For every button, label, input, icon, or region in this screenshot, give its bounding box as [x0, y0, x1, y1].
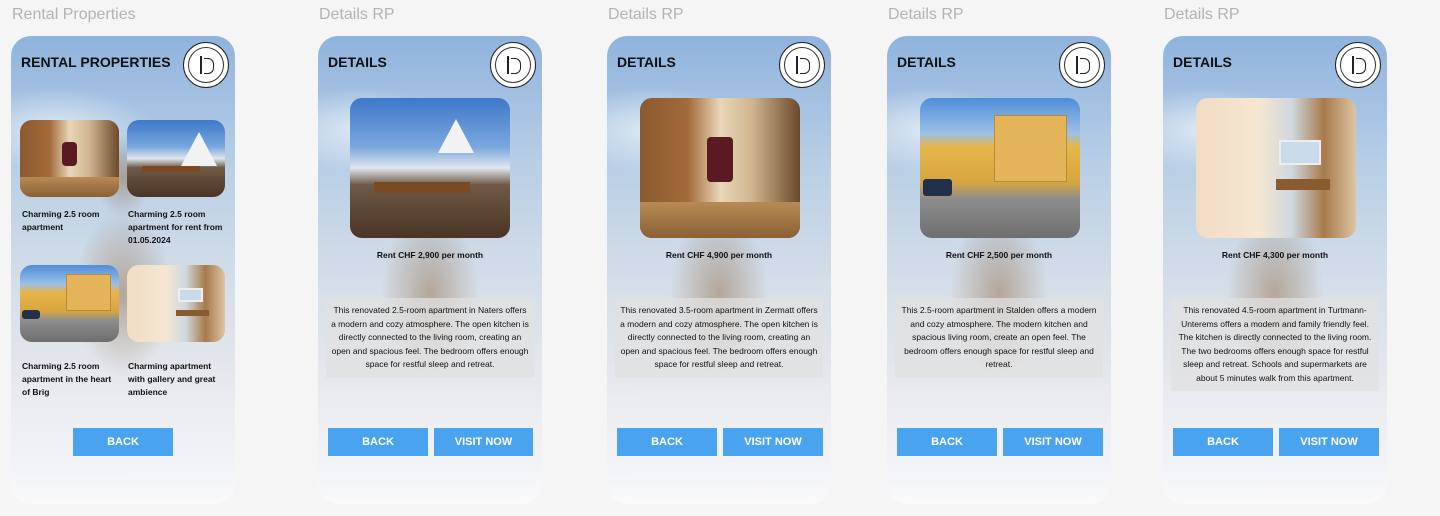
- logo-mark-icon: [1340, 47, 1376, 83]
- company-logo: [1335, 42, 1381, 88]
- property-card-2-caption[interactable]: Charming 2.5 room apartment for rent fro…: [128, 208, 224, 247]
- page-title: DETAILS: [1173, 54, 1232, 70]
- logo-mark-icon: [188, 47, 224, 83]
- logo-mark-icon: [1064, 47, 1100, 83]
- property-photo: [640, 98, 800, 238]
- property-description: This 2.5-room apartment in Stalden offer…: [895, 298, 1103, 378]
- screen-details-zermatt: DETAILS Rent CHF 4,900 per month This re…: [607, 36, 831, 504]
- logo-mark-icon: [495, 47, 531, 83]
- design-canvas: Rental Properties RENTAL PROPERTIES Char…: [0, 0, 1440, 516]
- property-card-4-photo[interactable]: [127, 265, 225, 342]
- screen-details-stalden: DETAILS Rent CHF 2,500 per month This 2.…: [887, 36, 1111, 504]
- screen-rental-properties: RENTAL PROPERTIES Charming 2.5 room apar…: [11, 36, 235, 504]
- back-button[interactable]: BACK: [1173, 428, 1273, 456]
- visit-now-button[interactable]: VISIT NOW: [723, 428, 823, 456]
- company-logo: [490, 42, 536, 88]
- back-button[interactable]: BACK: [73, 428, 173, 456]
- property-card-2-photo[interactable]: [127, 120, 225, 197]
- visit-now-button[interactable]: VISIT NOW: [1279, 428, 1379, 456]
- screen-details-turtmann: DETAILS Rent CHF 4,300 per month This re…: [1163, 36, 1387, 504]
- back-button[interactable]: BACK: [617, 428, 717, 456]
- logo-mark-icon: [784, 47, 820, 83]
- back-button[interactable]: BACK: [328, 428, 428, 456]
- page-title: DETAILS: [328, 54, 387, 70]
- frame-label-details: Details RP: [888, 6, 964, 23]
- property-description: This renovated 4.5-room apartment in Tur…: [1171, 298, 1379, 391]
- visit-now-button[interactable]: VISIT NOW: [1003, 428, 1103, 456]
- page-title: DETAILS: [617, 54, 676, 70]
- company-logo: [1059, 42, 1105, 88]
- frame-label-rental-properties: Rental Properties: [12, 6, 136, 23]
- frame-label-details: Details RP: [1164, 6, 1240, 23]
- rent-price: Rent CHF 2,900 per month: [376, 250, 484, 260]
- property-card-4-caption[interactable]: Charming apartment with gallery and grea…: [128, 360, 224, 399]
- property-card-3-caption[interactable]: Charming 2.5 room apartment in the heart…: [22, 360, 118, 399]
- property-card-1-caption[interactable]: Charming 2.5 room apartment: [22, 208, 114, 234]
- company-logo: [183, 42, 229, 88]
- rent-price: Rent CHF 2,500 per month: [945, 250, 1053, 260]
- property-photo: [350, 98, 510, 238]
- screen-details-naters: DETAILS Rent CHF 2,900 per month This re…: [318, 36, 542, 504]
- property-description: This renovated 2.5-room apartment in Nat…: [326, 298, 534, 378]
- rent-price: Rent CHF 4,300 per month: [1221, 250, 1329, 260]
- property-card-3-photo[interactable]: [20, 265, 119, 342]
- property-photo: [1196, 98, 1356, 238]
- page-title: DETAILS: [897, 54, 956, 70]
- property-description: This renovated 3.5-room apartment in Zer…: [615, 298, 823, 378]
- frame-label-details: Details RP: [608, 6, 684, 23]
- back-button[interactable]: BACK: [897, 428, 997, 456]
- frame-label-details: Details RP: [319, 6, 395, 23]
- property-photo: [920, 98, 1080, 238]
- rent-price: Rent CHF 4,900 per month: [665, 250, 773, 260]
- company-logo: [779, 42, 825, 88]
- property-card-1-photo[interactable]: [20, 120, 119, 197]
- page-title: RENTAL PROPERTIES: [21, 54, 171, 70]
- visit-now-button[interactable]: VISIT NOW: [434, 428, 533, 456]
